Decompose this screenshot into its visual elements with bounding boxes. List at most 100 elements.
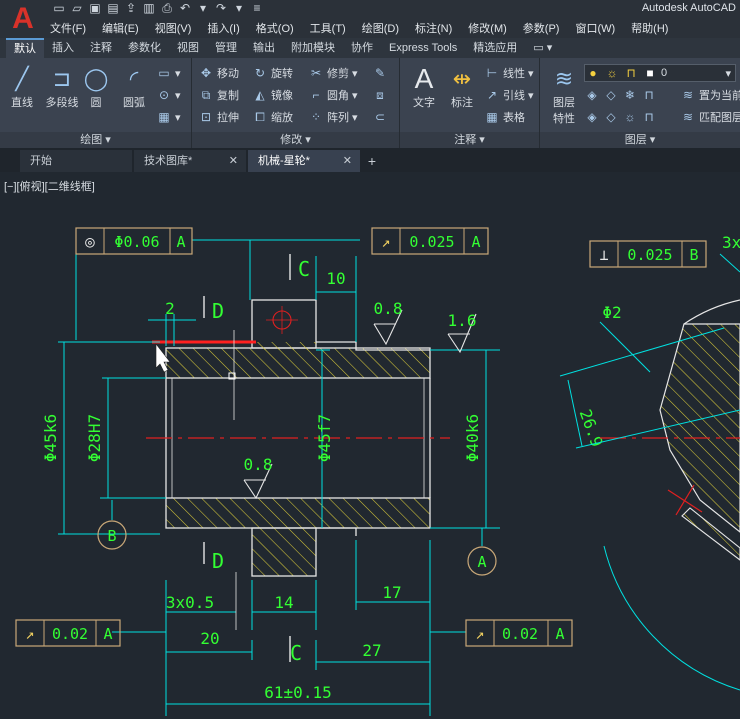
layer-properties-tool[interactable]: ≋ 图层 特性 — [544, 64, 584, 126]
cad-drawing[interactable]: ◎ Φ0.06 A ↗ 0.025 A ⊥ 0.025 B ↗ 0.02 A ↗… — [0, 172, 740, 716]
stretch-tool[interactable]: ⊡ 拉伸 — [198, 108, 239, 126]
tab-featured-apps[interactable]: 精选应用 — [465, 38, 525, 58]
doc-tab-start[interactable]: 开始 — [20, 150, 132, 172]
datum-B[interactable]: B — [97, 520, 127, 550]
hatch-tool[interactable]: ⊙ ▾ — [156, 86, 181, 104]
upload-icon[interactable]: ⇪ — [124, 1, 138, 15]
tab-home[interactable]: 默认 — [6, 38, 44, 58]
autocad-logo[interactable]: A — [6, 2, 40, 36]
plot-icon[interactable]: ▥ — [142, 1, 156, 15]
table-icon: ▦ — [486, 110, 498, 124]
menu-draw[interactable]: 绘图(D) — [356, 20, 409, 38]
erase-tool[interactable]: ✎ — [372, 64, 391, 82]
rotate-tool[interactable]: ↻ 旋转 — [252, 64, 293, 82]
stretch-icon: ⊡ — [200, 110, 212, 124]
leader-tool[interactable]: ↗ 引线 ▾ — [484, 86, 534, 104]
tab-parametric[interactable]: 参数化 — [120, 38, 169, 58]
save-icon[interactable]: ▣ — [88, 1, 102, 15]
array-tool[interactable]: ⁘ 阵列 ▾ — [308, 108, 358, 126]
line-tool[interactable]: ╱ 直线 — [2, 64, 42, 110]
close-icon[interactable]: ✕ — [229, 150, 238, 172]
redo-dropdown-icon[interactable]: ▾ — [232, 1, 246, 15]
mirror-tool[interactable]: ◭ 镜像 — [252, 86, 293, 104]
menu-help[interactable]: 帮助(H) — [625, 20, 678, 38]
scale-icon: ⧠ — [255, 109, 265, 124]
tab-insert[interactable]: 插入 — [44, 38, 82, 58]
explode-icon: ⧈ — [376, 87, 384, 102]
menu-view[interactable]: 视图(V) — [149, 20, 202, 38]
tab-output[interactable]: 输出 — [245, 38, 283, 58]
save-as-icon[interactable]: ▤ — [106, 1, 120, 15]
viewport-controls-label[interactable]: [−][俯视][二维线框] — [4, 178, 95, 194]
draw-panel-title[interactable]: 绘图 ▾ — [0, 132, 191, 148]
text-tool[interactable]: A 文字 — [404, 64, 444, 110]
doc-tab-starwheel[interactable]: 机械-星轮* ✕ — [248, 150, 360, 172]
match-layer-tool[interactable]: ≋ 匹配图层 — [680, 108, 740, 126]
rectangle-tool[interactable]: ▭ ▾ — [156, 64, 180, 82]
menu-dimension[interactable]: 标注(N) — [409, 20, 462, 38]
region-icon: ▦ — [158, 110, 170, 124]
open-file-icon[interactable]: ▱ — [70, 1, 84, 15]
circle-tool[interactable]: ◯ 圆 — [76, 64, 116, 110]
new-tab-plus-icon[interactable]: + — [362, 150, 382, 172]
fcf-bottom-left[interactable]: ↗ 0.02 A — [15, 619, 121, 647]
tab-view[interactable]: 视图 — [169, 38, 207, 58]
tab-annotate[interactable]: 注释 — [82, 38, 120, 58]
trim-tool[interactable]: ✂ 修剪 ▾ — [308, 64, 358, 82]
annotation-panel-title[interactable]: 注释 ▾ — [400, 132, 539, 148]
scale-tool[interactable]: ⧠ 缩放 — [252, 108, 293, 126]
redo-icon[interactable]: ↷ — [214, 1, 228, 15]
menu-edit[interactable]: 编辑(E) — [96, 20, 149, 38]
datum-A[interactable]: A — [467, 546, 497, 576]
print-icon[interactable]: ⎙ — [160, 1, 174, 15]
drawing-canvas[interactable]: ◎ Φ0.06 A ↗ 0.025 A ⊥ 0.025 B ↗ 0.02 A ↗… — [0, 172, 740, 716]
new-file-icon[interactable]: ▭ — [52, 1, 66, 15]
quick-access-toolbar: ▭ ▱ ▣ ▤ ⇪ ▥ ⎙ ↶ ▾ ↷ ▾ ≡ — [52, 1, 264, 19]
fcf-right[interactable]: ⊥ 0.025 B — [589, 240, 707, 268]
fcf-bottom-right[interactable]: ↗ 0.02 A — [465, 619, 573, 647]
offset-tool[interactable]: ⊂ — [372, 108, 391, 126]
layers-panel-title[interactable]: 图层 ▾ — [540, 132, 740, 148]
array-icon: ⁘ — [310, 110, 322, 124]
layer-dropdown[interactable]: ● ☼ ⊓ ■ 0 ▾ — [584, 64, 736, 82]
fcf-top-mid[interactable]: ↗ 0.025 A — [371, 227, 489, 255]
menu-format[interactable]: 格式(O) — [250, 20, 304, 38]
menu-modify[interactable]: 修改(M) — [462, 20, 517, 38]
tab-manage[interactable]: 管理 — [207, 38, 245, 58]
fcf-top-left[interactable]: ◎ Φ0.06 A — [75, 227, 193, 255]
table-tool[interactable]: ▦ 表格 — [484, 108, 525, 126]
explode-tool[interactable]: ⧈ — [372, 86, 391, 104]
fillet-tool[interactable]: ⌐ 圆角 ▾ — [308, 86, 357, 104]
trim-icon: ✂ — [310, 66, 322, 80]
tab-addins[interactable]: 附加模块 — [283, 38, 343, 58]
doc-tab-library[interactable]: 技术图库* ✕ — [134, 150, 246, 172]
starwheel-side-view — [559, 253, 740, 691]
ribbon-minimize-button[interactable]: ▭ ▾ — [525, 38, 560, 58]
customize-qat-icon[interactable]: ≡ — [250, 1, 264, 15]
menu-window[interactable]: 窗口(W) — [569, 20, 625, 38]
dimension-tool[interactable]: ⇹ 标注 — [442, 64, 482, 110]
svg-text:0.02: 0.02 — [52, 625, 88, 643]
copy-tool[interactable]: ⧉ 复制 — [198, 86, 239, 104]
tab-collaborate[interactable]: 协作 — [343, 38, 381, 58]
close-icon[interactable]: ✕ — [343, 150, 352, 172]
svg-text:D: D — [212, 299, 224, 323]
undo-dropdown-icon[interactable]: ▾ — [196, 1, 210, 15]
linear-dim-tool[interactable]: ⊢ 线性 ▾ — [484, 64, 534, 82]
undo-icon[interactable]: ↶ — [178, 1, 192, 15]
tab-express-tools[interactable]: Express Tools — [381, 38, 465, 58]
gradient-tool[interactable]: ▦ ▾ — [156, 108, 180, 126]
menu-file[interactable]: 文件(F) — [44, 20, 96, 38]
arc-tool[interactable]: ◜ 圆弧 — [114, 64, 154, 110]
move-tool[interactable]: ✥ 移动 — [198, 64, 239, 82]
layer-tools-row2[interactable]: ◈ ◇ ☼ ⊓ — [584, 108, 660, 126]
layer-tools-row1[interactable]: ◈ ◇ ❄ ⊓ — [584, 86, 660, 104]
modify-panel-title[interactable]: 修改 ▾ — [192, 132, 399, 148]
menu-insert[interactable]: 插入(I) — [201, 20, 249, 38]
menu-parametric[interactable]: 参数(P) — [517, 20, 570, 38]
menu-tools[interactable]: 工具(T) — [304, 20, 356, 38]
svg-text:A: A — [176, 233, 185, 251]
set-current-tool[interactable]: ≋ 置为当前 — [680, 86, 740, 104]
svg-text:A: A — [555, 625, 564, 643]
layers-panel: ≋ 图层 特性 ● ☼ ⊓ ■ 0 ▾ ◈ ◇ ❄ ⊓ ≋ 置为当前 ◈ ◇ ☼ ⊓ ≋ 匹配图… — [540, 58, 740, 148]
